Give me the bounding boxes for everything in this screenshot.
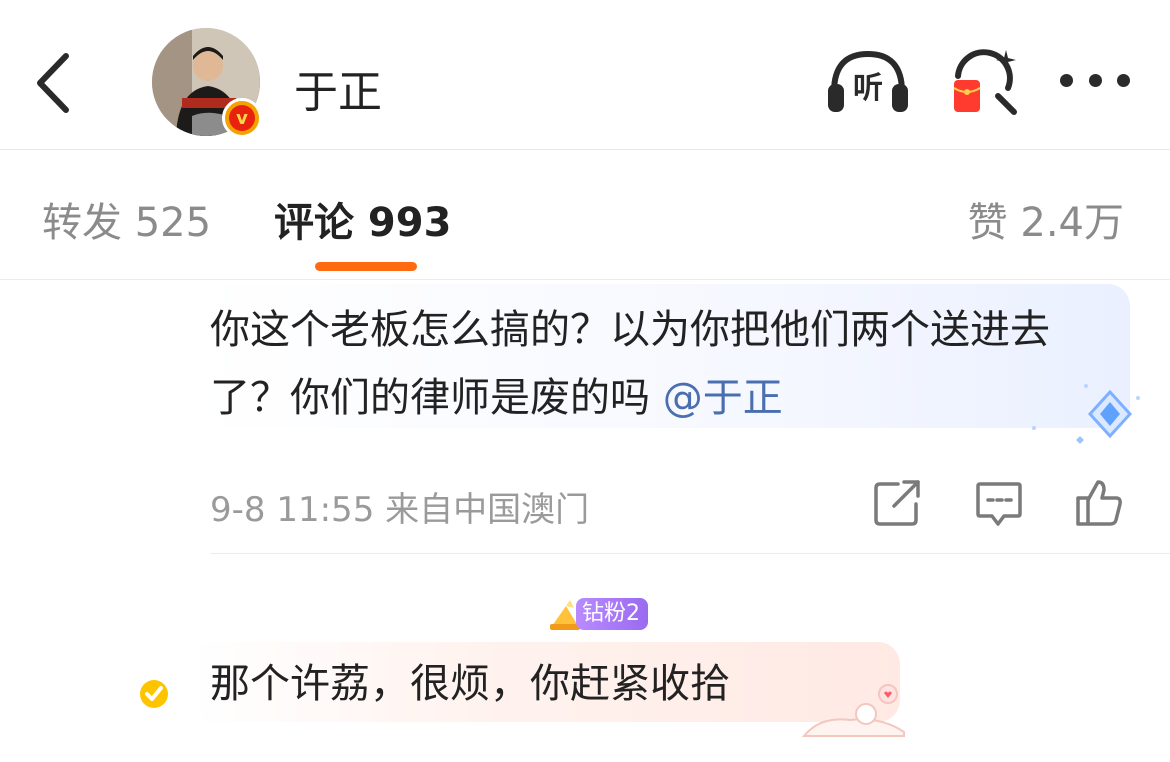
comment-text[interactable]: 你这个老板怎么搞的？以为你把他们两个送进去了？你们的律师是废的吗 @于正 [210,296,1110,432]
fan-badge[interactable]: 钻粉2 [548,596,648,632]
reply-button[interactable] [974,478,1024,528]
red-packet-search-icon [953,49,1017,115]
back-button[interactable] [28,50,84,116]
more-dots-icon [1088,74,1102,87]
verified-badge-icon [140,680,168,708]
listen-button[interactable]: 听 [826,48,910,116]
user-avatar[interactable]: v [152,28,264,140]
comment-divider [210,553,1170,554]
share-icon [874,480,920,526]
share-button[interactable] [872,478,922,528]
chevron-left-icon [37,53,69,113]
listen-label: 听 [853,71,883,106]
more-dots-icon [1060,74,1073,87]
tab-like[interactable]: 赞 2.4万 [968,190,1124,248]
comment-body: 你这个老板怎么搞的？以为你把他们两个送进去了？你们的律师是废的吗 [210,307,1050,421]
page-title[interactable]: 于正 [294,56,382,120]
top-bar: v 于正 听 [0,0,1170,150]
active-tab-indicator [315,262,417,271]
tab-repost[interactable]: 转发 525 [42,190,211,248]
comment-meta: 9-8 11:55 来自中国澳门 [210,490,590,530]
verified-badge-icon: v [222,98,262,138]
tab-bar: 转发 525 评论 993 赞 2.4万 [0,150,1170,280]
headphones-icon: 听 [828,50,908,112]
cat-decoration-icon [800,680,912,740]
red-packet-search-button[interactable] [948,46,1020,118]
tab-comment[interactable]: 评论 993 [274,190,451,248]
fan-badge-label: 钻粉2 [576,598,648,630]
more-dots-icon [1117,74,1130,87]
like-icon [1076,480,1122,526]
mention-link[interactable]: @于正 [663,375,783,421]
like-button[interactable] [1074,478,1124,528]
comment-text[interactable]: 那个许荔，很烦，你赶紧收拾 [210,656,730,712]
more-button[interactable] [1060,74,1130,90]
comment-icon [976,482,1022,526]
diamond-decoration-icon [1026,378,1146,448]
